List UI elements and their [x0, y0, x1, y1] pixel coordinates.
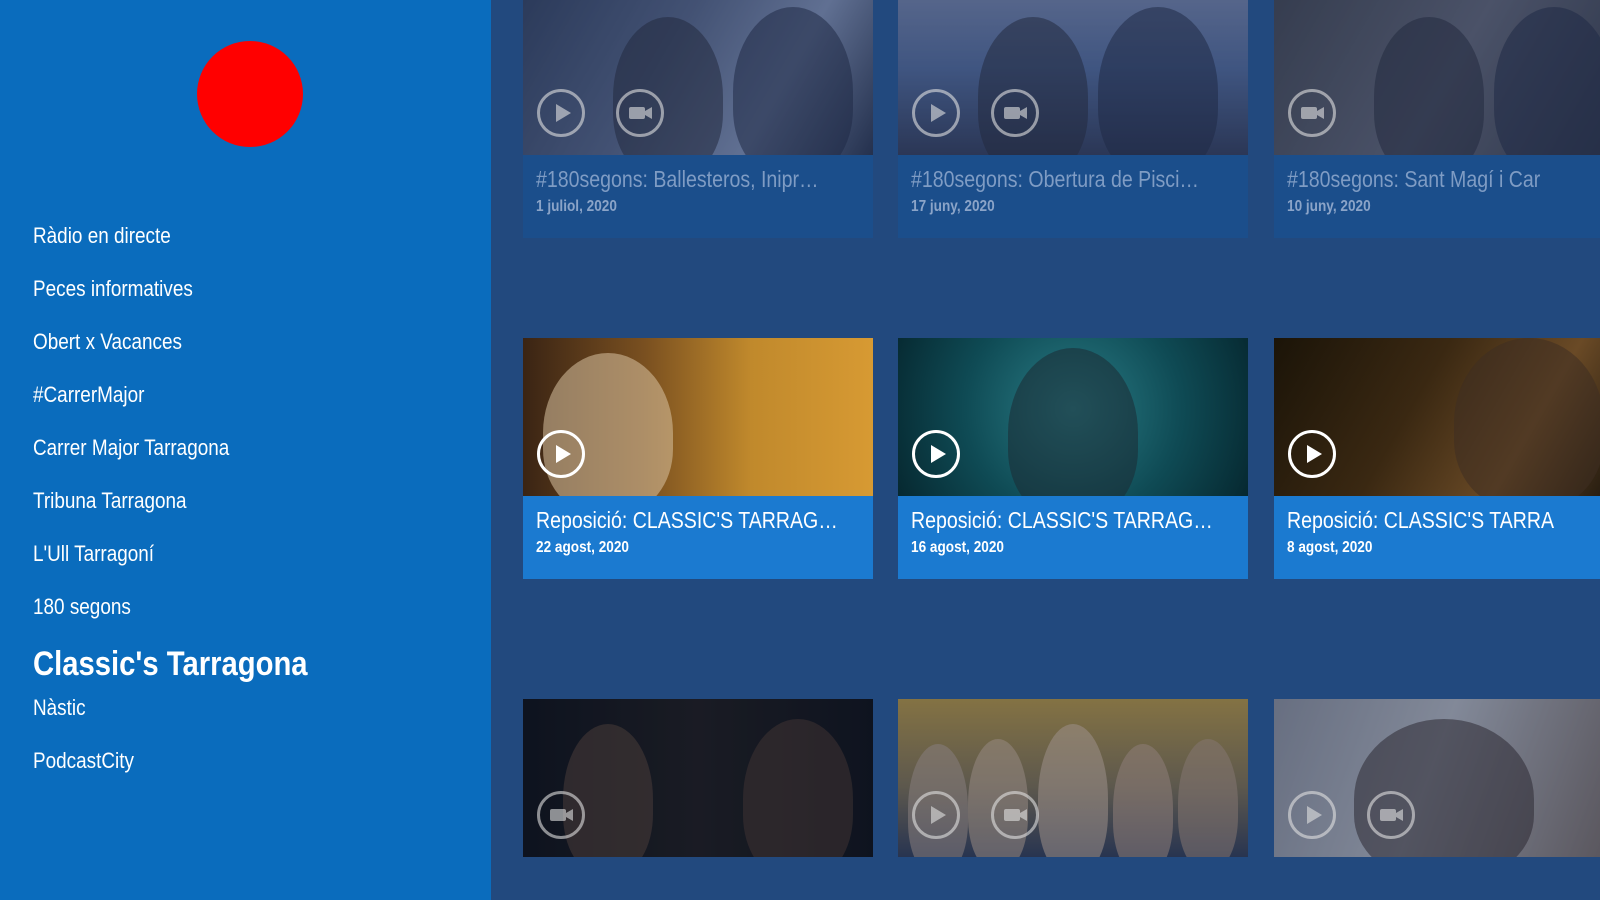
video-icon[interactable] — [537, 791, 585, 839]
card-caption: Reposició: CLASSIC'S TARRA 8 agost, 2020 — [1274, 496, 1600, 579]
video-card[interactable]: #180segons: Obertura de Pisci… 17 juny, 2… — [898, 0, 1248, 238]
video-thumbnail[interactable] — [898, 699, 1248, 857]
card-title: #180segons: Ballesteros, Inipr… — [536, 166, 819, 192]
card-date: 8 agost, 2020 — [1287, 539, 1373, 556]
video-icon[interactable] — [1288, 89, 1336, 137]
video-card[interactable]: #180segons: Sant Magí i Car 10 juny, 2020 — [1274, 0, 1600, 238]
play-icon[interactable] — [912, 430, 960, 478]
video-thumbnail[interactable] — [1274, 699, 1600, 857]
thumbnail-figure — [1008, 348, 1138, 496]
video-icon[interactable] — [991, 89, 1039, 137]
video-icon[interactable] — [616, 89, 664, 137]
play-icon[interactable] — [537, 89, 585, 137]
video-thumbnail[interactable] — [1274, 0, 1600, 155]
video-thumbnail[interactable] — [898, 0, 1248, 155]
sidebar-item-180-segons[interactable]: 180 segons — [33, 593, 308, 646]
sidebar-item-carrer-major-tarragona[interactable]: Carrer Major Tarragona — [33, 434, 308, 487]
video-thumbnail[interactable] — [898, 338, 1248, 496]
card-caption: #180segons: Obertura de Pisci… 17 juny, 2… — [898, 155, 1248, 238]
logo-red-dot[interactable] — [197, 41, 303, 147]
sidebar-item-classic-s-tarragona[interactable]: Classic's Tarragona — [33, 642, 308, 694]
card-caption: #180segons: Sant Magí i Car 10 juny, 2020 — [1274, 155, 1600, 238]
sidebar-item-podcastcity[interactable]: PodcastCity — [33, 747, 308, 800]
thumbnail-figure — [1454, 338, 1600, 496]
sidebar: Ràdio en directe Peces informatives Obert … — [0, 0, 491, 900]
sidebar-item-l-ull-tarragon[interactable]: L'Ull Tarragoní — [33, 540, 308, 593]
sidebar-item-r-dio-en-directe[interactable]: Ràdio en directe — [33, 222, 308, 275]
sidebar-item-tribuna-tarragona[interactable]: Tribuna Tarragona — [33, 487, 308, 540]
play-icon[interactable] — [912, 791, 960, 839]
video-card[interactable] — [523, 699, 873, 857]
video-thumbnail[interactable] — [1274, 338, 1600, 496]
card-date: 10 juny, 2020 — [1287, 198, 1371, 215]
video-icon[interactable] — [1367, 791, 1415, 839]
card-title: Reposició: CLASSIC'S TARRA — [1287, 507, 1555, 533]
card-date: 17 juny, 2020 — [911, 198, 995, 215]
content-grid: #180segons: Ballesteros, Inipr… 1 juliol,… — [491, 0, 1600, 900]
card-date: 16 agost, 2020 — [911, 539, 1004, 556]
video-card[interactable] — [1274, 699, 1600, 857]
sidebar-item-peces-informatives[interactable]: Peces informatives — [33, 275, 308, 328]
card-title: Reposició: CLASSIC'S TARRAG… — [536, 507, 838, 533]
video-card[interactable] — [898, 699, 1248, 857]
video-card[interactable]: #180segons: Ballesteros, Inipr… 1 juliol,… — [523, 0, 873, 238]
card-date: 1 juliol, 2020 — [536, 198, 617, 215]
video-card[interactable]: Reposició: CLASSIC'S TARRAG… 16 agost, 20… — [898, 338, 1248, 579]
card-title: #180segons: Sant Magí i Car — [1287, 166, 1541, 192]
card-title: #180segons: Obertura de Pisci… — [911, 166, 1199, 192]
card-caption: #180segons: Ballesteros, Inipr… 1 juliol,… — [523, 155, 873, 238]
video-icon[interactable] — [991, 791, 1039, 839]
video-thumbnail[interactable] — [523, 699, 873, 857]
video-thumbnail[interactable] — [523, 338, 873, 496]
video-card[interactable]: Reposició: CLASSIC'S TARRA 8 agost, 2020 — [1274, 338, 1600, 579]
play-icon[interactable] — [537, 430, 585, 478]
sidebar-item-n-stic[interactable]: Nàstic — [33, 694, 308, 747]
play-icon[interactable] — [1288, 791, 1336, 839]
card-caption: Reposició: CLASSIC'S TARRAG… 16 agost, 20… — [898, 496, 1248, 579]
sidebar-item-obert-x-vacances[interactable]: Obert x Vacances — [33, 328, 308, 381]
card-title: Reposició: CLASSIC'S TARRAG… — [911, 507, 1213, 533]
sidebar-item-carrermajor[interactable]: #CarrerMajor — [33, 381, 308, 434]
nav-menu: Ràdio en directe Peces informatives Obert … — [33, 222, 352, 800]
card-date: 22 agost, 2020 — [536, 539, 629, 556]
play-icon[interactable] — [912, 89, 960, 137]
card-caption: Reposició: CLASSIC'S TARRAG… 22 agost, 20… — [523, 496, 873, 579]
video-card[interactable]: Reposició: CLASSIC'S TARRAG… 22 agost, 20… — [523, 338, 873, 579]
video-thumbnail[interactable] — [523, 0, 873, 155]
play-icon[interactable] — [1288, 430, 1336, 478]
